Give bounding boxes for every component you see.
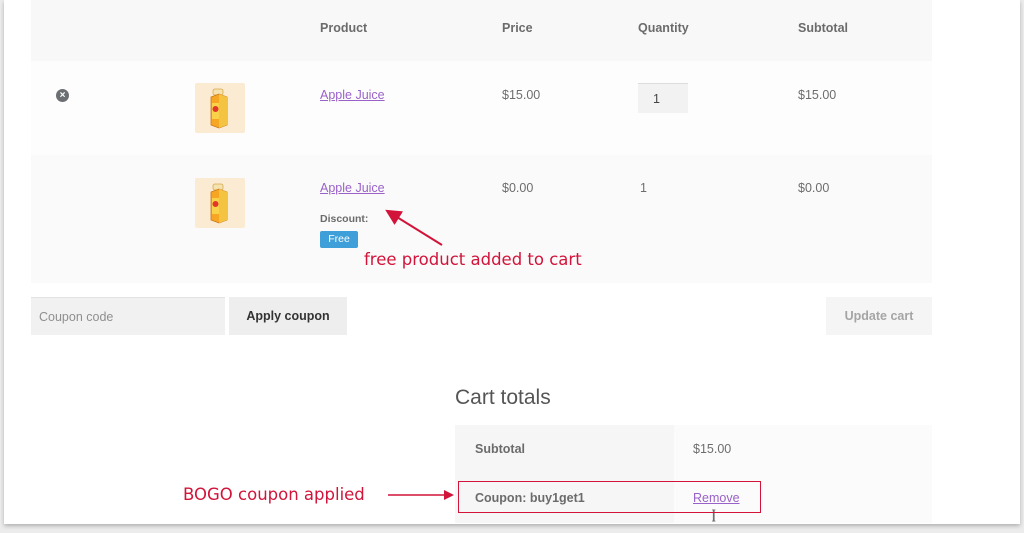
product-thumbnail[interactable] [195, 83, 245, 133]
juice-bottle-icon [210, 88, 228, 129]
apply-coupon-button[interactable]: Apply coupon [229, 297, 347, 335]
header-subtotal: Subtotal [798, 21, 848, 35]
coupon-highlight-box [458, 481, 761, 513]
cart-totals-title: Cart totals [455, 386, 551, 409]
totals-value: $15.00 [693, 442, 732, 456]
header-quantity: Quantity [638, 21, 689, 35]
totals-row-subtotal: Subtotal $15.00 [455, 425, 932, 474]
totals-label: Subtotal [475, 442, 525, 456]
discount-label: Discount: [320, 213, 369, 225]
header-price: Price [502, 21, 533, 35]
quantity-value: 1 [640, 181, 647, 195]
header-product: Product [320, 21, 368, 35]
update-cart-button[interactable]: Update cart [826, 297, 932, 335]
table-header-row: Product Price Quantity Subtotal [31, 0, 932, 61]
annotation-bogo-coupon: BOGO coupon applied [183, 485, 365, 504]
quantity-input[interactable] [638, 83, 688, 113]
annotation-arrow-icon [385, 209, 443, 246]
coupon-code-input[interactable] [31, 297, 225, 335]
product-thumbnail[interactable] [195, 178, 245, 228]
product-subtotal: $0.00 [798, 181, 830, 195]
product-price: $15.00 [502, 88, 541, 102]
product-subtotal: $15.00 [798, 88, 837, 102]
table-row: × Apple Juice $15.00 $15.00 [31, 61, 932, 155]
close-circle-icon[interactable]: × [56, 89, 69, 102]
product-link[interactable]: Apple Juice [320, 181, 385, 195]
product-link[interactable]: Apple Juice [320, 88, 385, 102]
annotation-free-product: free product added to cart [364, 250, 582, 269]
free-badge: Free [320, 231, 358, 248]
annotation-arrow-icon [388, 490, 454, 500]
juice-bottle-icon [210, 183, 228, 224]
product-price: $0.00 [502, 181, 534, 195]
